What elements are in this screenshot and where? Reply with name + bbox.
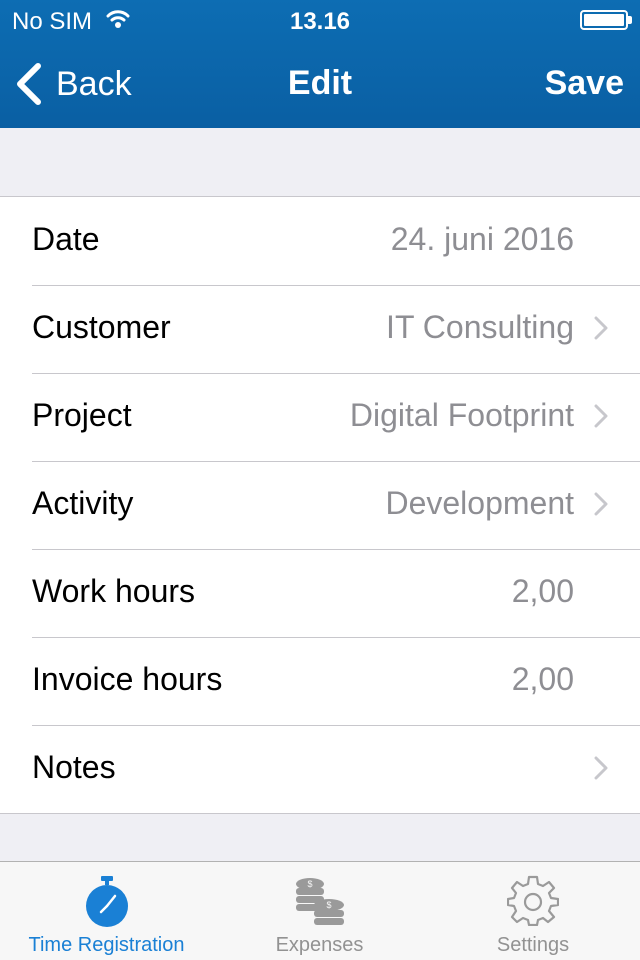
row-value: 2,00 bbox=[511, 661, 574, 697]
status-bar: No SIM 13.16 bbox=[0, 0, 640, 40]
tab-bar: Time Registration $ $ Expenses Settings bbox=[0, 861, 640, 960]
row-label: Customer bbox=[32, 309, 171, 345]
date-row[interactable]: Date 24. juni 2016 bbox=[0, 197, 640, 285]
chevron-right-icon bbox=[594, 756, 608, 780]
navigation-bar: Back Edit Save bbox=[0, 40, 640, 128]
back-button[interactable]: Back bbox=[14, 62, 132, 106]
row-value: Development bbox=[385, 485, 574, 521]
chevron-right-icon bbox=[594, 316, 608, 340]
tab-expenses[interactable]: $ $ Expenses bbox=[213, 862, 426, 960]
status-time: 13.16 bbox=[289, 8, 351, 35]
tab-time-registration[interactable]: Time Registration bbox=[0, 862, 213, 960]
chevron-right-icon bbox=[594, 492, 608, 516]
save-button[interactable]: Save bbox=[545, 64, 624, 103]
svg-text:$: $ bbox=[307, 879, 312, 889]
svg-text:$: $ bbox=[326, 900, 331, 910]
work-hours-row[interactable]: Work hours 2,00 bbox=[0, 549, 640, 637]
edit-form: Date 24. juni 2016 Customer IT Consultin… bbox=[0, 196, 640, 814]
tab-label: Time Registration bbox=[28, 934, 185, 956]
header: No SIM 13.16 Back Edit Save bbox=[0, 0, 640, 128]
customer-row[interactable]: Customer IT Consulting bbox=[0, 285, 640, 373]
gear-icon bbox=[507, 875, 559, 926]
row-label: Invoice hours bbox=[32, 661, 223, 697]
row-value: IT Consulting bbox=[386, 309, 574, 345]
coins-icon: $ $ bbox=[295, 878, 344, 925]
row-label: Work hours bbox=[32, 573, 196, 609]
battery-icon bbox=[580, 10, 628, 30]
stopwatch-icon bbox=[85, 876, 128, 927]
row-label: Date bbox=[32, 221, 100, 257]
chevron-left-icon bbox=[17, 63, 41, 105]
tab-label: Expenses bbox=[275, 934, 364, 956]
invoice-hours-row[interactable]: Invoice hours 2,00 bbox=[0, 637, 640, 725]
activity-row[interactable]: Activity Development bbox=[0, 461, 640, 549]
chevron-right-icon bbox=[594, 404, 608, 428]
back-button-label: Back bbox=[56, 64, 132, 103]
project-row[interactable]: Project Digital Footprint bbox=[0, 373, 640, 461]
row-label: Project bbox=[32, 397, 132, 433]
row-label: Notes bbox=[32, 749, 116, 785]
row-value: 24. juni 2016 bbox=[390, 221, 574, 257]
tab-label: Settings bbox=[496, 934, 570, 956]
row-label: Activity bbox=[32, 485, 134, 521]
row-value: Digital Footprint bbox=[349, 397, 574, 433]
row-value: 2,00 bbox=[511, 573, 574, 609]
notes-row[interactable]: Notes bbox=[0, 725, 640, 813]
tab-settings[interactable]: Settings bbox=[426, 862, 640, 960]
battery-nub bbox=[628, 16, 632, 24]
